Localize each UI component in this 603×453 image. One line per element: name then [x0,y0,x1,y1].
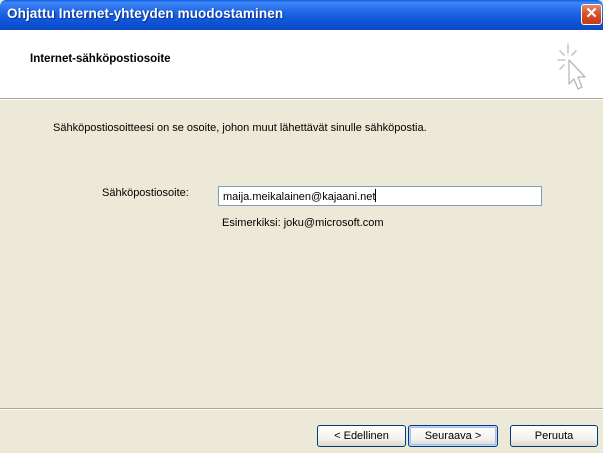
page-title: Internet-sähköpostiosoite [30,53,171,65]
cancel-button[interactable]: Peruuta [510,425,598,447]
example-hint: Esimerkiksi: joku@microsoft.com [222,217,384,229]
wizard-cursor-icon [557,43,586,90]
footer-divider-highlight [0,409,603,410]
wizard-window: Ohjattu Internet-yhteyden muodostaminen … [0,0,603,453]
text-caret [375,189,377,202]
wizard-header: Internet-sähköpostiosoite [0,30,603,99]
wizard-body: Sähköpostiosoitteesi on se osoite, johon… [0,100,603,408]
title-bar[interactable]: Ohjattu Internet-yhteyden muodostaminen … [0,0,603,30]
page-description: Sähköpostiosoitteesi on se osoite, johon… [53,122,427,134]
close-button[interactable]: ✕ [581,4,602,25]
back-button[interactable]: < Edellinen [317,425,406,447]
next-button[interactable]: Seuraava > [408,425,498,447]
close-icon: ✕ [585,5,598,22]
email-input[interactable]: maija.meikalainen@kajaani.net [218,186,542,206]
window-title: Ohjattu Internet-yhteyden muodostaminen [7,6,284,21]
email-input-value: maija.meikalainen@kajaani.net [223,191,376,203]
email-label: Sähköpostiosoite: [102,187,189,199]
